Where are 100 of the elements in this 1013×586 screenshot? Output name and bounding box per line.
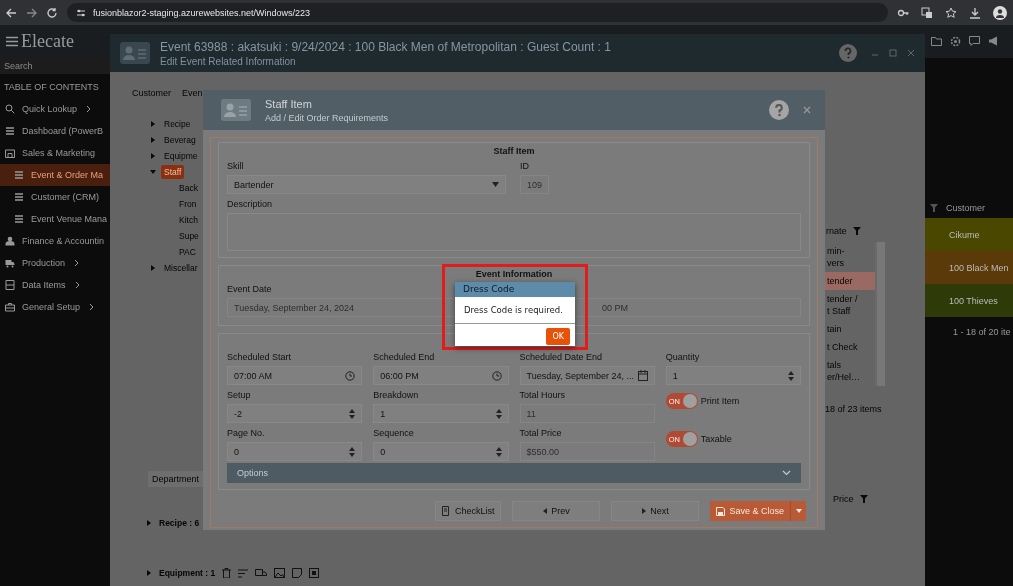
tree-item[interactable]: Fron: [150, 196, 201, 212]
chat-icon[interactable]: [969, 36, 980, 46]
note-icon[interactable]: [292, 568, 303, 578]
tree-item[interactable]: Staff: [161, 165, 185, 179]
sort-icon[interactable]: [238, 568, 249, 578]
translate-icon[interactable]: [921, 6, 933, 19]
tree-item[interactable]: Supe: [150, 228, 201, 244]
back-icon[interactable]: [6, 7, 17, 18]
sidebar-item[interactable]: Event & Order Ma: [0, 164, 110, 186]
table-cell[interactable]: tender / t Staff: [825, 290, 875, 320]
sidebar-item[interactable]: Finance & Accountin: [0, 230, 110, 252]
prev-button[interactable]: Prev: [512, 501, 601, 521]
number-field[interactable]: -2: [227, 404, 363, 423]
sidebar-item[interactable]: Dashboard (PowerB: [0, 120, 110, 142]
search-field[interactable]: Search: [0, 58, 110, 74]
address-bar[interactable]: fusionblazor2-staging.azurewebsites.net/Windows/223: [67, 3, 888, 22]
menu-icon[interactable]: [6, 36, 18, 47]
table-cell[interactable]: t Check: [825, 338, 875, 356]
scrollbar[interactable]: [875, 242, 885, 386]
table-cell[interactable]: min- vers: [825, 242, 875, 272]
tree-item[interactable]: Back: [150, 180, 201, 196]
dropdown-button[interactable]: [790, 501, 806, 521]
folder-icon[interactable]: [931, 36, 942, 46]
tab[interactable]: Customer: [132, 88, 171, 98]
expand-arrow-icon[interactable]: [146, 570, 152, 576]
filter-icon[interactable]: [859, 495, 868, 503]
sidebar-item[interactable]: General Setup: [0, 296, 110, 318]
time-field[interactable]: 06:00 PM: [373, 366, 509, 385]
tab[interactable]: Even: [182, 88, 203, 98]
skill-dropdown[interactable]: Bartender: [227, 175, 506, 194]
clock-icon[interactable]: [345, 370, 356, 381]
spinner-icon[interactable]: [495, 407, 502, 420]
sidebar-item[interactable]: Event Venue Mana: [0, 208, 110, 230]
filter-icon[interactable]: [930, 204, 938, 212]
maximize-icon[interactable]: [889, 49, 897, 57]
table-row[interactable]: 100 Black Men: [925, 251, 1013, 284]
close-icon[interactable]: [907, 49, 915, 57]
truck-icon[interactable]: [255, 568, 268, 578]
table-cell[interactable]: tender: [825, 272, 875, 290]
calendar-icon[interactable]: [637, 370, 648, 381]
column-header[interactable]: Customer: [946, 203, 985, 213]
table-cell[interactable]: tain: [825, 320, 875, 338]
ok-button[interactable]: OK: [546, 328, 570, 345]
table-cell[interactable]: tals er/Hel…: [825, 356, 875, 386]
table-row[interactable]: Cikume: [925, 218, 1013, 251]
expand-arrow-icon[interactable]: [150, 153, 156, 159]
save-close-button[interactable]: Save & Close: [710, 501, 790, 521]
expand-arrow-icon[interactable]: [150, 265, 156, 271]
date-field[interactable]: Tuesday, September 24, ...: [519, 366, 655, 385]
reload-icon[interactable]: [46, 6, 58, 19]
number-field[interactable]: 0: [227, 442, 363, 461]
profile-icon[interactable]: [993, 5, 1007, 20]
scan-icon[interactable]: [309, 568, 320, 578]
settings-icon[interactable]: [950, 36, 961, 47]
help-icon[interactable]: [769, 100, 789, 120]
number-field[interactable]: 1: [373, 404, 509, 423]
sidebar-item[interactable]: Data Items: [0, 274, 110, 296]
field-label: Total Hours: [519, 390, 566, 400]
expand-arrow-icon[interactable]: [150, 121, 156, 127]
sidebar-item[interactable]: Customer (CRM): [0, 186, 110, 208]
column-header[interactable]: Price: [833, 494, 854, 504]
image-icon[interactable]: [274, 568, 286, 578]
column-header[interactable]: rnate: [826, 226, 847, 236]
expand-arrow-icon[interactable]: [150, 137, 156, 143]
tree-item[interactable]: Recipe: [161, 117, 194, 131]
sidebar-item[interactable]: Sales & Marketing: [0, 142, 110, 164]
spinner-icon[interactable]: [349, 445, 356, 458]
time-field[interactable]: 07:00 AM: [227, 366, 363, 385]
forward-icon[interactable]: [26, 7, 37, 18]
sidebar-item[interactable]: Quick Lookup: [0, 98, 110, 120]
megaphone-icon[interactable]: [988, 36, 999, 46]
next-button[interactable]: Next: [611, 501, 700, 521]
help-icon[interactable]: [839, 44, 857, 62]
field-label: Sequence: [373, 428, 414, 438]
spinner-icon[interactable]: [349, 407, 356, 420]
sidebar-item[interactable]: Production: [0, 252, 110, 274]
tree-item[interactable]: Equipme: [161, 149, 201, 163]
collapse-arrow-icon[interactable]: [150, 169, 156, 175]
filter-icon[interactable]: [852, 227, 861, 235]
tree-item[interactable]: PAC: [150, 244, 201, 260]
spinner-icon[interactable]: [495, 445, 502, 458]
spinner-icon[interactable]: [788, 369, 794, 382]
options-bar[interactable]: Options: [227, 463, 801, 483]
download-icon[interactable]: [969, 6, 981, 19]
expand-arrow-icon[interactable]: [146, 520, 152, 526]
tree-item[interactable]: Kitch: [150, 212, 201, 228]
caret-icon: [543, 508, 548, 514]
star-icon[interactable]: [945, 6, 957, 19]
tree-item[interactable]: Beverag: [161, 133, 199, 147]
number-field[interactable]: 1: [665, 366, 801, 385]
clock-icon[interactable]: [491, 370, 502, 381]
tree-item[interactable]: Miscellar: [161, 261, 201, 275]
table-row[interactable]: 100 Thieves: [925, 284, 1013, 317]
site-settings-icon[interactable]: [76, 7, 86, 18]
checklist-button[interactable]: CheckList: [434, 501, 502, 521]
trash-icon[interactable]: [222, 568, 232, 578]
department-chip[interactable]: Department: [148, 471, 204, 487]
close-icon[interactable]: [803, 106, 811, 114]
store-icon: [5, 148, 15, 158]
number-field[interactable]: 0: [373, 442, 509, 461]
